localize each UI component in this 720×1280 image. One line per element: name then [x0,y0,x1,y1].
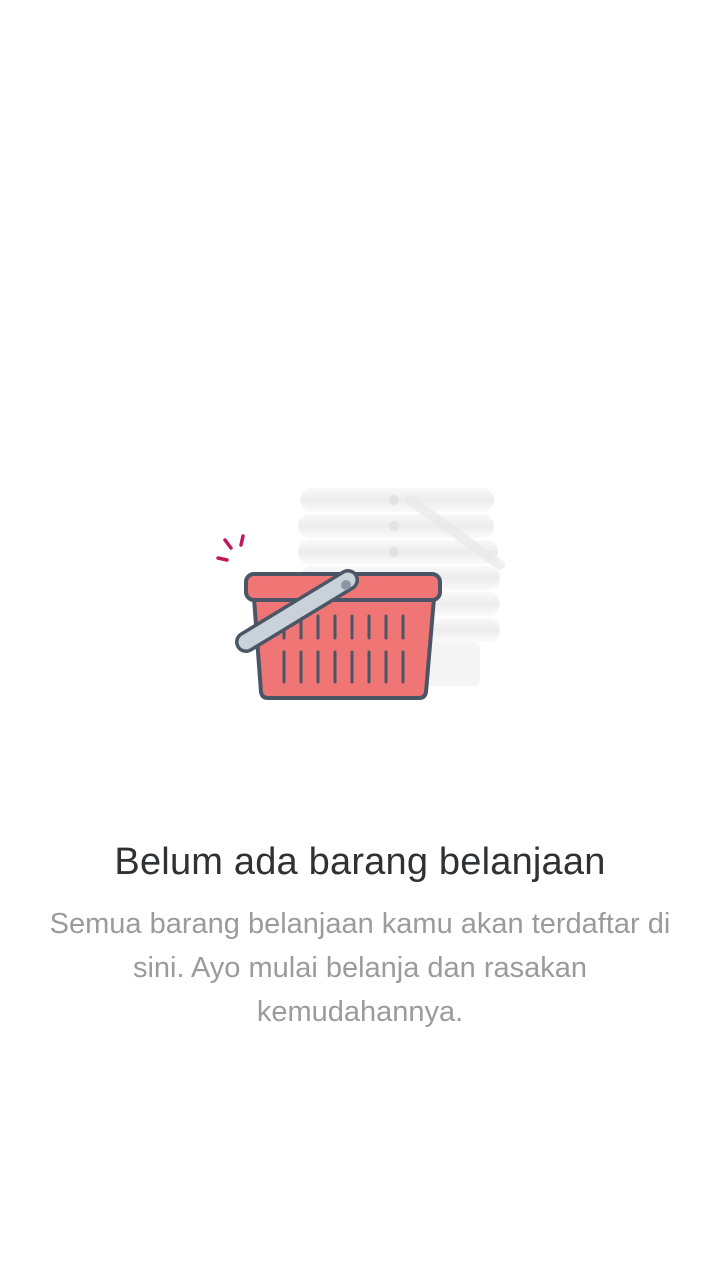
shopping-basket-icon [216,488,505,700]
empty-cart-screen: Belum ada barang belanjaan Semua barang … [0,0,720,1280]
empty-state-title: Belum ada barang belanjaan [114,841,606,883]
basket-graphic [235,569,442,700]
empty-state-description: Semua barang belanjaan kamu akan terdaft… [49,908,671,1028]
spark-icon [216,534,245,562]
empty-basket-illustration [200,470,520,720]
